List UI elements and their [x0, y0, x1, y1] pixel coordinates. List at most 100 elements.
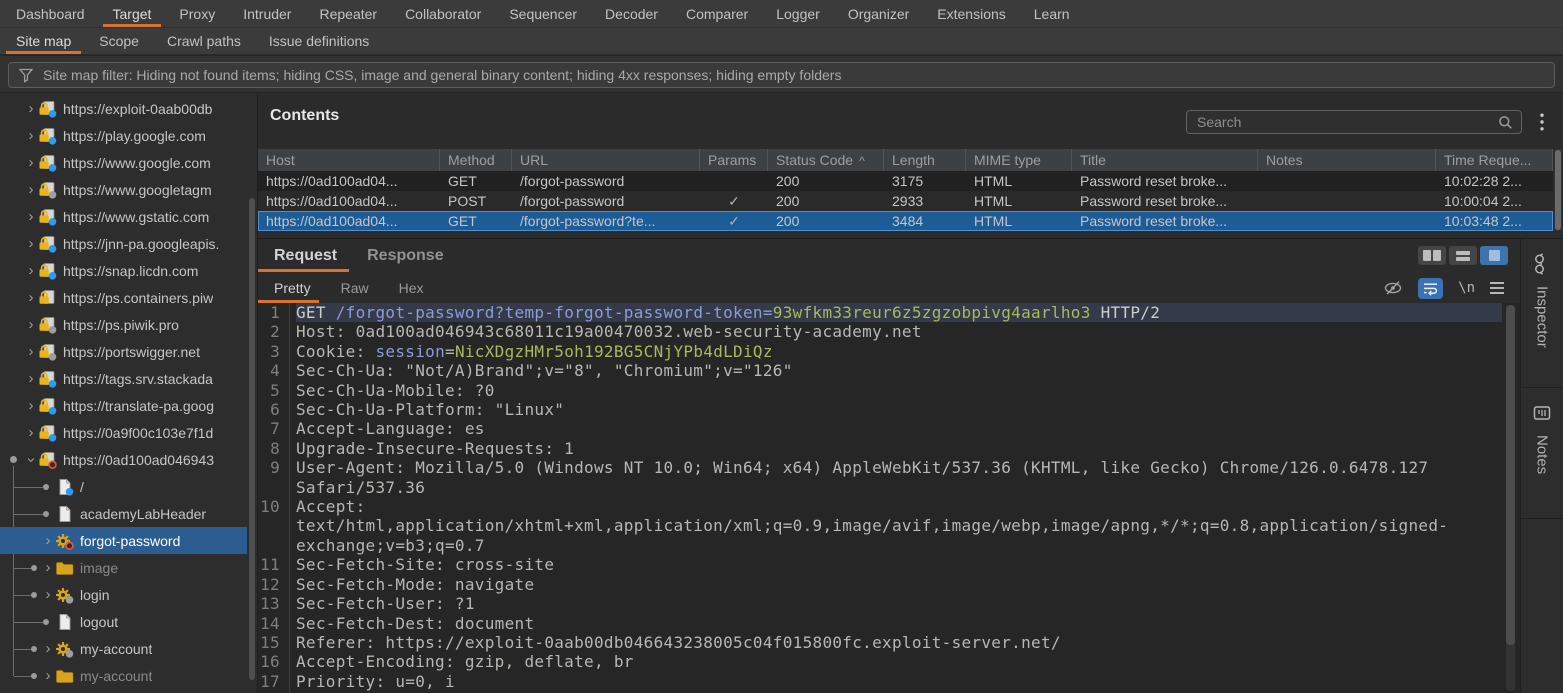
- chevron-right-icon[interactable]: ›: [24, 183, 38, 197]
- column-header-time-reque[interactable]: Time Reque...: [1436, 149, 1553, 171]
- menu-tab-learn[interactable]: Learn: [1020, 0, 1084, 27]
- chevron-right-icon[interactable]: ›: [24, 372, 38, 386]
- tree-item-https-www-gstatic-com[interactable]: ›https://www.gstatic.com: [0, 203, 247, 230]
- layout-rows-icon[interactable]: [1449, 246, 1477, 265]
- eye-hidden-icon[interactable]: [1383, 279, 1403, 297]
- chevron-right-icon[interactable]: ›: [24, 318, 38, 332]
- table-row[interactable]: https://0ad100ad04...GET/forgot-password…: [258, 211, 1553, 231]
- chevron-right-icon[interactable]: ›: [24, 210, 38, 224]
- layout-single-icon[interactable]: [1480, 246, 1508, 265]
- chevron-right-icon[interactable]: ›: [24, 129, 38, 143]
- chevron-right-icon[interactable]: ›: [24, 102, 38, 116]
- lock-host-icon: [38, 316, 57, 334]
- contents-table-scrollbar[interactable]: [1554, 149, 1562, 231]
- menu-tab-sequencer[interactable]: Sequencer: [495, 0, 591, 27]
- menu-tab-logger[interactable]: Logger: [762, 0, 834, 27]
- menu-tab-extensions[interactable]: Extensions: [923, 0, 1019, 27]
- tree-item-label: academyLabHeader: [80, 506, 206, 522]
- chevron-right-icon[interactable]: ›: [41, 561, 55, 575]
- layout-columns-icon[interactable]: [1418, 246, 1446, 265]
- tree-item-https-ps-piwik-pro[interactable]: ›https://ps.piwik.pro: [0, 311, 247, 338]
- chevron-right-icon[interactable]: ›: [24, 426, 38, 440]
- chevron-right-icon[interactable]: ›: [41, 588, 55, 602]
- column-header-url[interactable]: URL: [512, 149, 700, 171]
- tree-item-https-play-google-com[interactable]: ›https://play.google.com: [0, 122, 247, 149]
- line-text: Accept: text/html,application/xhtml+xml,…: [296, 497, 1502, 555]
- subtab-site-map[interactable]: Site map: [2, 28, 85, 54]
- editor-scrollbar[interactable]: [1506, 305, 1515, 691]
- chevron-right-icon[interactable]: ›: [24, 291, 38, 305]
- table-row[interactable]: https://0ad100ad04...GET/forgot-password…: [258, 171, 1553, 191]
- chevron-right-icon[interactable]: ›: [41, 642, 55, 656]
- line-text: Sec-Ch-Ua-Mobile: ?0: [296, 381, 1502, 400]
- tree-item-logout[interactable]: logout: [0, 608, 247, 635]
- request-editor[interactable]: 1GET /forgot-password?temp-forgot-passwo…: [258, 303, 1520, 693]
- tree-item-https-snap-licdn-com[interactable]: ›https://snap.licdn.com: [0, 257, 247, 284]
- chevron-right-icon[interactable]: ›: [41, 534, 55, 548]
- tree-item-https-tags-srv-stackada[interactable]: ›https://tags.srv.stackada: [0, 365, 247, 392]
- line-number: 16: [258, 652, 289, 671]
- tree-item-my-account[interactable]: ›my-account: [0, 662, 247, 689]
- tree-item-https-0ad100ad046943[interactable]: ›https://0ad100ad046943: [0, 446, 247, 473]
- tab-hex[interactable]: Hex: [399, 272, 424, 303]
- menu-tab-organizer[interactable]: Organizer: [834, 0, 923, 27]
- tree-item-https-exploit-0aab00db[interactable]: ›https://exploit-0aab00db: [0, 95, 247, 122]
- kebab-menu-icon[interactable]: [1534, 112, 1550, 132]
- column-header-method[interactable]: Method: [440, 149, 512, 171]
- column-header-mime-type[interactable]: MIME type: [966, 149, 1072, 171]
- tab-request[interactable]: Request: [274, 239, 337, 272]
- column-header-params[interactable]: Params: [700, 149, 768, 171]
- menu-icon[interactable]: [1490, 282, 1504, 294]
- chevron-right-icon[interactable]: ›: [24, 156, 38, 170]
- tree-item-login[interactable]: ›login: [0, 581, 247, 608]
- tab-response[interactable]: Response: [367, 239, 443, 272]
- column-header-host[interactable]: Host: [258, 149, 440, 171]
- tree-item-https-portswigger-net[interactable]: ›https://portswigger.net: [0, 338, 247, 365]
- menu-tab-decoder[interactable]: Decoder: [591, 0, 672, 27]
- tree-item-https-ps-containers-piw[interactable]: ›https://ps.containers.piw: [0, 284, 247, 311]
- chevron-right-icon[interactable]: ›: [24, 399, 38, 413]
- tree-item-https-www-googletagm[interactable]: ›https://www.googletagm: [0, 176, 247, 203]
- tree-item-image[interactable]: ›image: [0, 554, 247, 581]
- side-tab-inspector[interactable]: Inspector: [1521, 239, 1563, 388]
- tree-item-[interactable]: /: [0, 473, 247, 500]
- chevron-right-icon[interactable]: ›: [24, 264, 38, 278]
- tree-item-academylabheader[interactable]: academyLabHeader: [0, 500, 247, 527]
- search-input[interactable]: [1195, 113, 1492, 131]
- tree-item-https-www-google-com[interactable]: ›https://www.google.com: [0, 149, 247, 176]
- chevron-down-icon[interactable]: ›: [24, 453, 38, 467]
- menu-tab-intruder[interactable]: Intruder: [229, 0, 305, 27]
- chevron-right-icon[interactable]: ›: [41, 669, 55, 683]
- menu-tab-target[interactable]: Target: [99, 0, 166, 27]
- sitemap-filter-bar[interactable]: Site map filter: Hiding not found items;…: [8, 62, 1555, 88]
- linebreak-icon[interactable]: \n: [1458, 280, 1475, 296]
- menu-tab-proxy[interactable]: Proxy: [165, 0, 229, 27]
- main-menu-bar: DashboardTargetProxyIntruderRepeaterColl…: [0, 0, 1563, 27]
- tree-item-https-0a9f00c103e7f1d[interactable]: ›https://0a9f00c103e7f1d: [0, 419, 247, 446]
- menu-tab-repeater[interactable]: Repeater: [305, 0, 391, 27]
- tab-raw[interactable]: Raw: [341, 272, 369, 303]
- chevron-right-icon[interactable]: ›: [24, 345, 38, 359]
- menu-tab-dashboard[interactable]: Dashboard: [2, 0, 99, 27]
- subtab-crawl-paths[interactable]: Crawl paths: [153, 28, 255, 54]
- sitemap-scrollbar[interactable]: [249, 198, 255, 680]
- tree-item-label: /: [80, 479, 84, 495]
- subtab-issue-definitions[interactable]: Issue definitions: [255, 28, 383, 54]
- table-row[interactable]: https://0ad100ad04...POST/forgot-passwor…: [258, 191, 1553, 211]
- tree-item-https-jnn-pa-googleapis[interactable]: ›https://jnn-pa.googleapis.: [0, 230, 247, 257]
- chevron-right-icon[interactable]: ›: [24, 237, 38, 251]
- word-wrap-icon[interactable]: [1418, 278, 1443, 299]
- column-header-status-code[interactable]: Status Code^: [768, 149, 884, 171]
- column-header-title[interactable]: Title: [1072, 149, 1258, 171]
- line-number: 12: [258, 575, 289, 594]
- tree-item-forgot-password[interactable]: ›forgot-password: [0, 527, 247, 554]
- tree-item-my-account[interactable]: ›my-account: [0, 635, 247, 662]
- column-header-notes[interactable]: Notes: [1258, 149, 1436, 171]
- tree-item-https-translate-pa-goog[interactable]: ›https://translate-pa.goog: [0, 392, 247, 419]
- menu-tab-collaborator[interactable]: Collaborator: [391, 0, 495, 27]
- column-header-length[interactable]: Length: [884, 149, 966, 171]
- side-tab-notes[interactable]: Notes: [1521, 388, 1563, 519]
- subtab-scope[interactable]: Scope: [85, 28, 153, 54]
- menu-tab-comparer[interactable]: Comparer: [672, 0, 762, 27]
- tab-pretty[interactable]: Pretty: [274, 272, 311, 303]
